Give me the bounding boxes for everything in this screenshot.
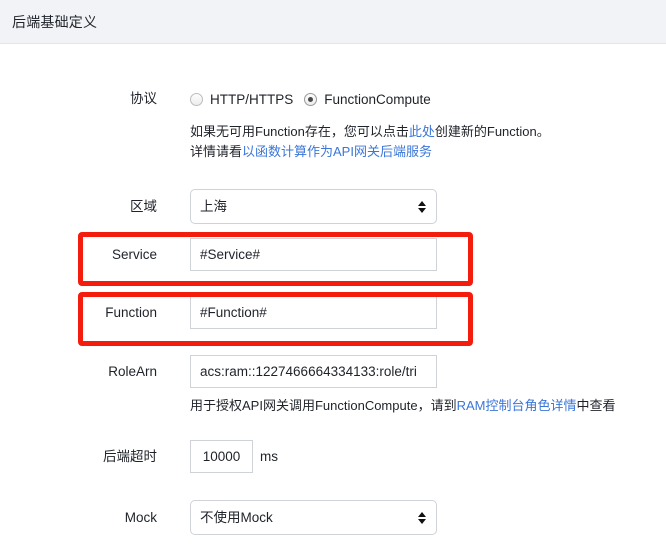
protocol-help-text: 如果无可用Function存在，您可以点击此处创建新的Function。 详情请… [0, 122, 666, 162]
protocol-help-line-2: 详情请看以函数计算作为API网关后端服务 [190, 142, 666, 162]
region-label: 区域 [130, 199, 157, 214]
form-row-service: Service #Service# [0, 238, 666, 271]
service-label: Service [111, 247, 157, 262]
protocol-field: HTTP/HTTPS FunctionCompute [157, 82, 431, 116]
function-field: #Function# [157, 296, 437, 329]
service-field: #Service# [157, 238, 437, 271]
protocol-help-line-1-pre: 如果无可用Function存在，您可以点击 [190, 124, 409, 139]
form-row-rolearn: RoleArn acs:ram::1227466664334133:role/t… [0, 355, 666, 388]
mock-select[interactable]: 不使用Mock [190, 500, 437, 535]
rolearn-help-pre: 用于授权API网关调用FunctionCompute，请到 [190, 398, 457, 413]
rolearn-input[interactable]: acs:ram::1227466664334133:role/tri [190, 355, 437, 388]
protocol-help-line-1: 如果无可用Function存在，您可以点击此处创建新的Function。 [190, 122, 666, 142]
form-row-region: 区域 上海 [0, 189, 666, 224]
service-input[interactable]: #Service# [190, 238, 437, 271]
form-row-function: Function #Function# [0, 296, 666, 329]
protocol-help-line-1-post: 创建新的Function。 [434, 124, 550, 139]
form-row-protocol: 协议 HTTP/HTTPS FunctionCompute [0, 82, 666, 116]
protocol-label: 协议 [130, 91, 157, 106]
radio-checked-icon[interactable] [304, 92, 318, 106]
rolearn-help-line: 用于授权API网关调用FunctionCompute，请到RAM控制台角色详情中… [190, 396, 666, 416]
mock-label: Mock [124, 510, 157, 525]
radio-option-functioncompute[interactable]: FunctionCompute [304, 92, 431, 107]
function-label: Function [105, 305, 157, 320]
radio-option-http-label: HTTP/HTTPS [210, 91, 294, 107]
stepper-updown-icon[interactable] [417, 199, 426, 215]
region-field: 上海 [157, 189, 437, 224]
panel-header: 后端基础定义 [0, 0, 666, 44]
radio-option-http[interactable]: HTTP/HTTPS [190, 92, 293, 107]
function-input[interactable]: #Function# [190, 296, 437, 329]
form-row-timeout: 后端超时 10000 ms [0, 440, 666, 473]
radio-unchecked-icon[interactable] [190, 92, 203, 106]
rolearn-field: acs:ram::1227466664334133:role/tri [157, 355, 437, 388]
backend-definition-form: 协议 HTTP/HTTPS FunctionCompute 如果无可用Funct… [0, 82, 666, 535]
create-function-link[interactable]: 此处 [409, 124, 435, 139]
timeout-input[interactable]: 10000 [190, 440, 253, 473]
region-select-value: 上海 [200, 199, 227, 214]
timeout-unit-label: ms [260, 449, 278, 464]
ram-console-role-link[interactable]: RAM控制台角色详情 [457, 398, 577, 413]
protocol-radio-group[interactable]: HTTP/HTTPS FunctionCompute [190, 82, 431, 116]
region-select[interactable]: 上海 [190, 189, 437, 224]
stepper-updown-icon[interactable] [417, 510, 426, 526]
timeout-field: 10000 ms [157, 440, 278, 473]
fc-backend-doc-link[interactable]: 以函数计算作为API网关后端服务 [242, 144, 432, 159]
form-row-mock: Mock 不使用Mock [0, 500, 666, 535]
radio-option-functioncompute-label: FunctionCompute [324, 91, 431, 107]
protocol-help-line-2-pre: 详情请看 [190, 144, 243, 159]
mock-select-value: 不使用Mock [200, 510, 273, 525]
rolearn-help-text: 用于授权API网关调用FunctionCompute，请到RAM控制台角色详情中… [0, 396, 666, 416]
timeout-label: 后端超时 [103, 449, 157, 464]
rolearn-label: RoleArn [108, 364, 157, 379]
mock-field: 不使用Mock [157, 500, 437, 535]
rolearn-help-post: 中查看 [576, 398, 616, 413]
page-title: 后端基础定义 [12, 13, 98, 30]
